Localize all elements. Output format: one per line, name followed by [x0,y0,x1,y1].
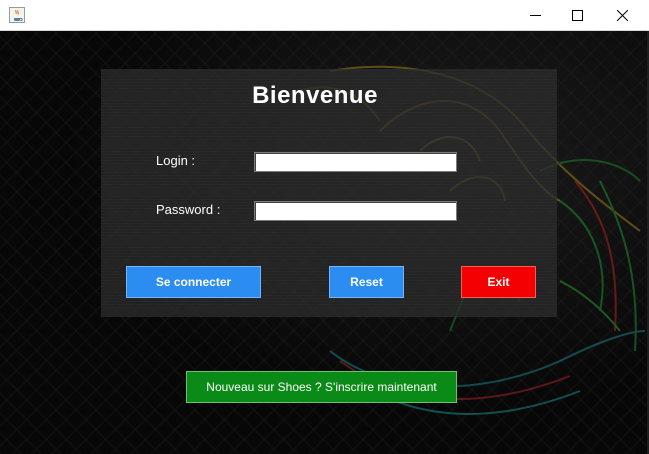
title-bar[interactable] [0,0,649,31]
welcome-title: Bienvenue [252,82,378,109]
maximize-icon [571,10,583,21]
connect-button[interactable]: Se connecter [126,266,261,298]
close-icon [616,10,628,21]
close-button[interactable] [600,0,644,31]
minimize-button[interactable] [513,0,557,31]
exit-button[interactable]: Exit [461,266,536,298]
login-label: Login : [156,153,196,168]
minimize-icon [529,15,541,16]
password-label: Password : [156,202,221,217]
password-input[interactable] [254,201,457,221]
signup-button[interactable]: Nouveau sur Shoes ? S'inscrire maintenan… [186,371,457,403]
login-input[interactable] [254,152,457,172]
java-cup-icon [9,7,25,23]
reset-button[interactable]: Reset [329,266,404,298]
app-window: Bienvenue Login : Password : Se connecte… [0,0,649,454]
maximize-button[interactable] [555,0,599,31]
